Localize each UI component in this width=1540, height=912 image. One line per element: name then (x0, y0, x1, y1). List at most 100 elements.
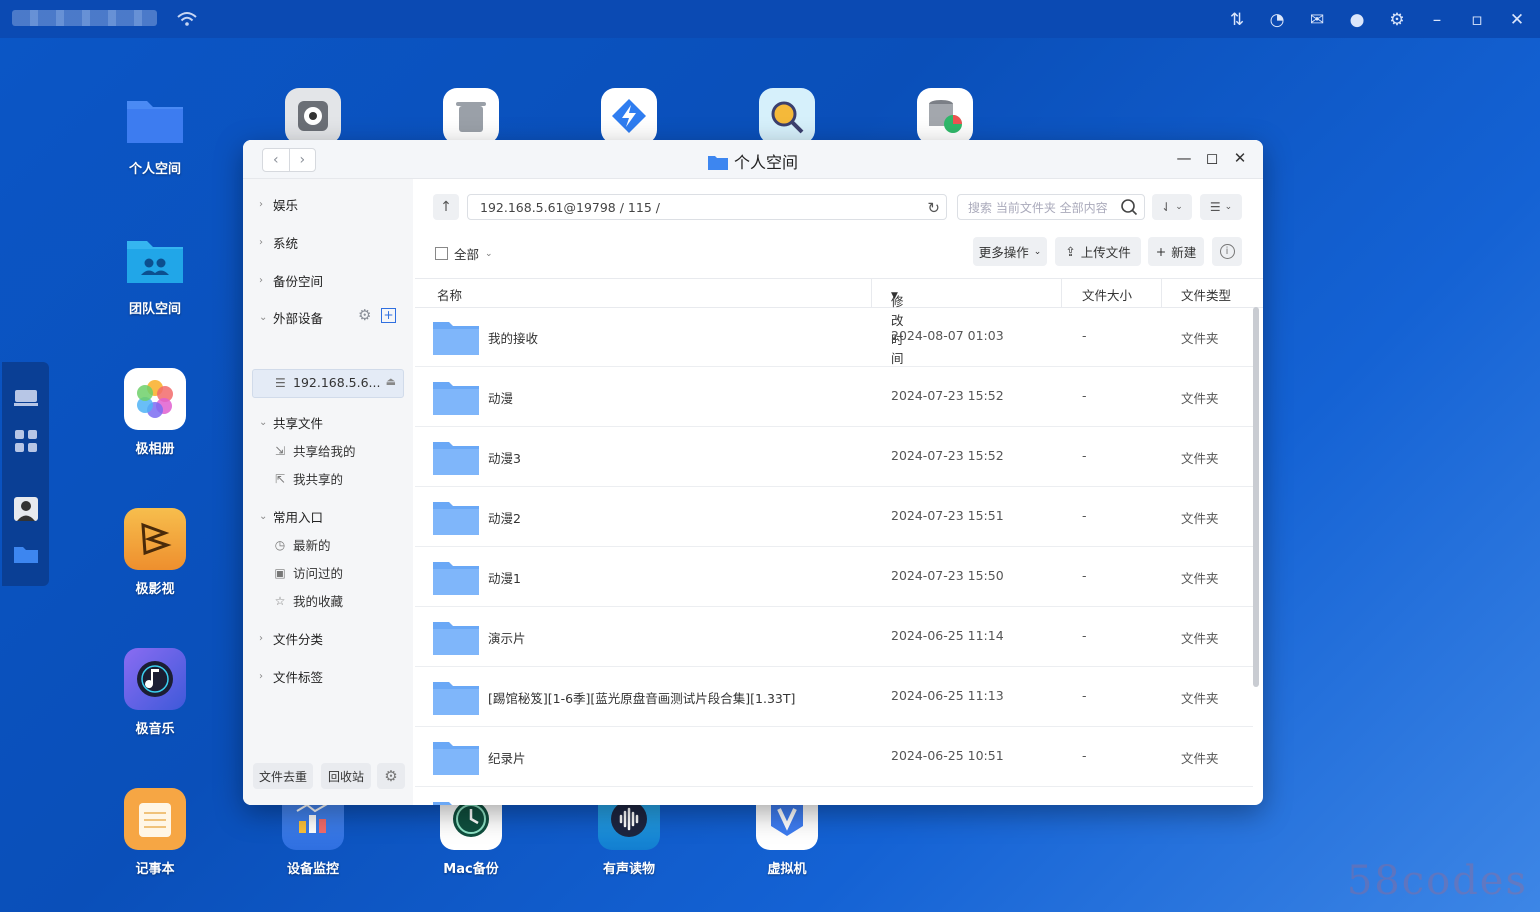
gear-icon[interactable]: ⚙ (1384, 8, 1410, 32)
speed-gauge-icon[interactable]: ◔ (1264, 8, 1290, 32)
file-type: 文件夹 (1181, 511, 1219, 526)
server-icon: ☰ (275, 376, 286, 390)
close-button[interactable]: ✕ (1231, 149, 1249, 167)
folder-icon (433, 742, 479, 775)
desk-icon-video[interactable]: 极影视 (95, 508, 215, 597)
folder-icon[interactable] (11, 539, 41, 569)
sort-down-icon: ▼ (891, 291, 898, 301)
table-row[interactable] (415, 787, 1253, 805)
sidebar-item-label: 外部设备 (273, 311, 324, 326)
upload-button[interactable]: ⇪ 上传文件 (1055, 237, 1141, 266)
desk-icon-label: 有声读物 (602, 862, 655, 877)
file-size: - (1082, 688, 1087, 703)
sidebar-item-backup[interactable]: › 备份空间 (259, 271, 323, 290)
sidebar-item-device[interactable]: ☰ 192.168.5.6... ⏏ (252, 369, 404, 398)
table-row[interactable]: 演示片 2024-06-25 11:14 - 文件夹 (415, 607, 1253, 667)
dedupe-button[interactable]: 文件去重 (253, 763, 313, 789)
sidebar-group-common[interactable]: ⌄ 常用入口 (259, 507, 323, 526)
desk-icon-notes[interactable]: 记事本 (95, 788, 215, 877)
file-type: 文件夹 (1181, 691, 1219, 706)
sort-view-button[interactable]: ⇃ ⌄ (1152, 194, 1192, 220)
file-modified: 2024-07-23 15:52 (891, 388, 1004, 403)
sort-icon: ⇃ (1161, 200, 1172, 214)
sidebar-item-label: 共享文件 (273, 416, 324, 431)
table-row[interactable]: 动漫1 2024-07-23 15:50 - 文件夹 (415, 547, 1253, 607)
refresh-icon[interactable]: ↻ (927, 195, 940, 221)
sidebar-item-label: 备份空间 (273, 274, 324, 289)
table-row[interactable]: 我的接收 2024-08-07 01:03 - 文件夹 (415, 307, 1253, 367)
sidebar-item-recent[interactable]: ◷ 最新的 (273, 535, 331, 554)
desk-icon-music[interactable]: 极音乐 (95, 648, 215, 737)
more-ops-button[interactable]: 更多操作 ⌄ (973, 237, 1047, 266)
search-icon[interactable] (1120, 198, 1138, 216)
user-icon[interactable]: ● (1344, 8, 1370, 32)
desk-icon-photos[interactable]: 极相册 (95, 368, 215, 457)
address-bar[interactable]: 192.168.5.61@19798 / 115 / ↻ (467, 194, 947, 220)
column-header-size[interactable]: 文件大小 (1082, 285, 1132, 304)
transfer-icon[interactable]: ⇅ (1224, 8, 1250, 32)
sidebar-item-shared-with-me[interactable]: ⇲ 共享给我的 (273, 441, 356, 460)
file-modified: 2024-08-07 01:03 (891, 328, 1004, 343)
desk-icon-label: 虚拟机 (767, 862, 807, 877)
minimize-icon[interactable]: – (1424, 8, 1450, 32)
file-modified: 2024-06-25 10:51 (891, 748, 1004, 763)
chevron-right-icon: › (259, 671, 263, 682)
scrollbar[interactable] (1253, 307, 1259, 687)
select-all-checkbox[interactable]: 全部 ⌄ (435, 244, 493, 263)
desktop-icon[interactable] (11, 382, 41, 412)
column-header-name[interactable]: 名称 (437, 285, 462, 304)
apps-grid-icon[interactable] (11, 426, 41, 456)
sidebar-item-favorites[interactable]: ☆ 我的收藏 (273, 591, 343, 610)
sidebar-item-tags[interactable]: › 文件标签 (259, 667, 323, 686)
device-name-blurred[interactable] (12, 10, 157, 26)
sidebar-group-shared[interactable]: ⌄ 共享文件 (259, 413, 323, 432)
new-label: 新建 (1171, 245, 1197, 260)
window-titlebar[interactable]: ‹ › 个人空间 — ◻ ✕ (243, 140, 1263, 179)
add-device-button[interactable]: + (381, 308, 396, 323)
sidebar-item-visited[interactable]: ▣ 访问过的 (273, 563, 343, 582)
table-row[interactable]: 动漫2 2024-07-23 15:51 - 文件夹 (415, 487, 1253, 547)
file-list: 我的接收 2024-08-07 01:03- 文件夹动漫 2024-07-23 15:… (415, 307, 1253, 805)
close-icon[interactable]: ✕ (1504, 8, 1530, 32)
column-header-type[interactable]: 文件类型 (1181, 285, 1231, 304)
table-row[interactable]: 纪录片 2024-06-25 10:51 - 文件夹 (415, 727, 1253, 787)
eject-icon[interactable]: ⏏ (386, 375, 396, 388)
file-type: 文件夹 (1181, 331, 1219, 346)
file-type: 文件夹 (1181, 571, 1219, 586)
minimize-button[interactable]: — (1175, 149, 1193, 167)
desk-icon-team[interactable]: 团队空间 (95, 228, 215, 317)
recycle-bin-button[interactable]: 回收站 (321, 763, 371, 789)
maximize-icon[interactable]: ▫ (1464, 8, 1490, 32)
chevron-right-icon: › (259, 633, 263, 644)
maximize-button[interactable]: ◻ (1203, 149, 1221, 167)
mail-icon[interactable]: ✉ (1304, 8, 1330, 32)
new-button[interactable]: + 新建 (1148, 237, 1204, 266)
side-dock (2, 362, 49, 586)
disk-icon (285, 88, 341, 144)
list-view-button[interactable]: ☰ ⌄ (1200, 194, 1242, 220)
table-row[interactable]: 动漫 2024-07-23 15:52 - 文件夹 (415, 367, 1253, 427)
desk-icon-personal[interactable]: 个人空间 (95, 88, 215, 177)
file-type: 文件夹 (1181, 451, 1219, 466)
database-icon (917, 88, 973, 144)
sidebar-item-categories[interactable]: › 文件分类 (259, 629, 323, 648)
main-panel: ↑ 192.168.5.61@19798 / 115 / ↻ 搜索 当前文件夹 … (415, 179, 1263, 805)
avatar[interactable] (11, 494, 41, 524)
desk-icon-label: 记事本 (135, 862, 175, 877)
info-button[interactable]: i (1212, 237, 1242, 266)
sidebar-item-system[interactable]: › 系统 (259, 233, 298, 252)
sidebar-item-external[interactable]: ⌄ 外部设备 (259, 308, 323, 327)
table-row[interactable]: 动漫3 2024-07-23 15:52 - 文件夹 (415, 427, 1253, 487)
table-row[interactable]: [踢馆秘笈][1-6季][蓝光原盘音画测试片段合集][1.33T] 2024-06… (415, 667, 1253, 727)
sidebar-item-label: 访问过的 (293, 566, 344, 581)
file-name: 动漫 (488, 391, 514, 406)
file-size: - (1082, 568, 1087, 583)
desk-icon-label: 极音乐 (135, 722, 175, 737)
share-in-icon: ⇲ (274, 443, 286, 458)
up-level-button[interactable]: ↑ (433, 194, 459, 220)
sidebar-item-entertainment[interactable]: › 娱乐 (259, 195, 298, 214)
settings-button[interactable]: ⚙ (377, 763, 405, 789)
search-input[interactable]: 搜索 当前文件夹 全部内容 (957, 194, 1145, 220)
sidebar-item-my-shared[interactable]: ⇱ 我共享的 (273, 469, 343, 488)
gear-icon[interactable]: ⚙ (358, 306, 371, 324)
